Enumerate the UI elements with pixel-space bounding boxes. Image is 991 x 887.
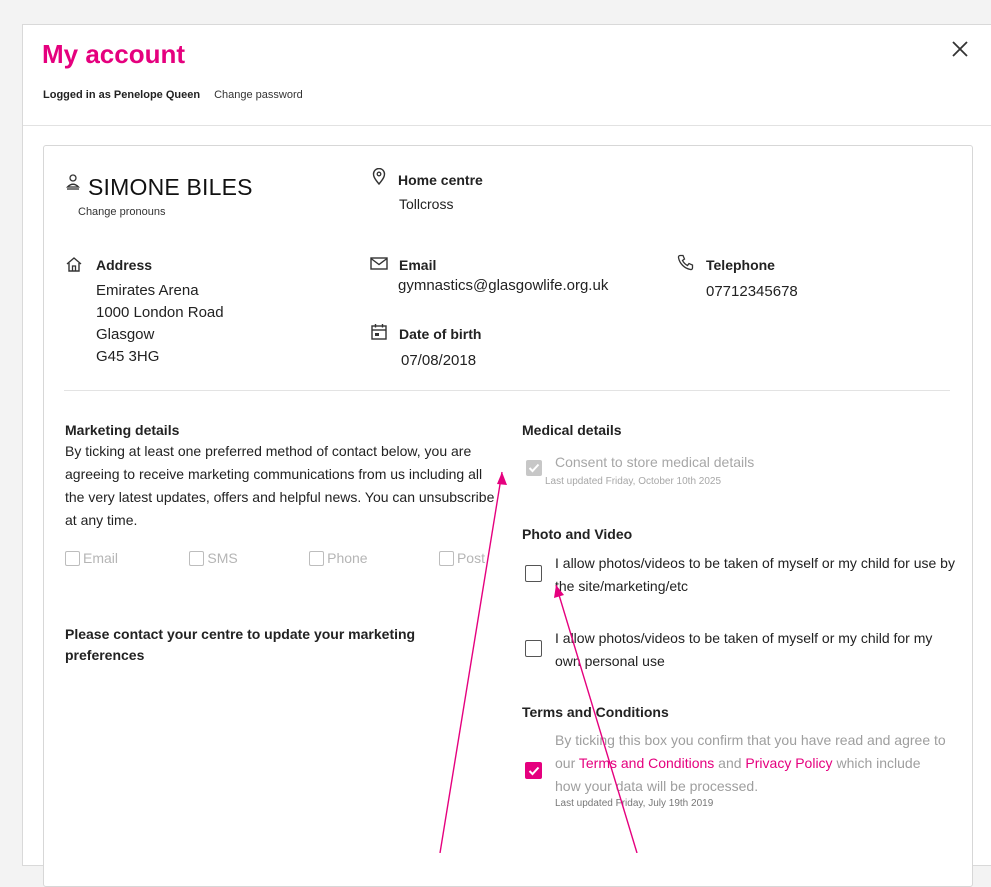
medical-consent-checkbox xyxy=(526,460,542,476)
photo-marketing-label: I allow photos/videos to be taken of mys… xyxy=(555,555,955,594)
checkbox[interactable] xyxy=(65,550,80,566)
terms-and-word: and xyxy=(718,755,742,771)
marketing-contact-note: Please contact your centre to update you… xyxy=(65,626,416,663)
modal-header: My account Logged in as Penelope Queen C… xyxy=(23,25,991,126)
marketing-option-sms[interactable]: SMS xyxy=(189,550,238,566)
change-password-link[interactable]: Change password xyxy=(214,89,303,101)
home-centre-value: Tollcross xyxy=(399,196,454,212)
account-modal: My account Logged in as Penelope Queen C… xyxy=(22,24,991,887)
checkbox[interactable] xyxy=(309,550,325,566)
home-icon xyxy=(66,257,82,272)
phone-icon xyxy=(677,254,694,271)
checkbox[interactable] xyxy=(189,550,205,566)
checkmark-icon xyxy=(528,766,539,775)
address-label: Address xyxy=(96,257,153,273)
marketing-options: Email SMS Phone Post xyxy=(65,550,485,566)
email-value: gymnastics@glasgowlife.org.uk xyxy=(398,277,609,294)
medical-title: Medical details xyxy=(522,422,622,438)
medical-last-updated: Last updated Friday, October 10th 2025 xyxy=(545,476,722,487)
dob-label: Date of birth xyxy=(399,326,482,342)
telephone-value: 07712345678 xyxy=(706,283,798,300)
marketing-option-post[interactable]: Post xyxy=(438,550,485,566)
terms-text: By ticking this box you confirm that you… xyxy=(555,729,950,798)
marketing-description: By ticking at least one preferred method… xyxy=(65,443,495,528)
option-label: Email xyxy=(83,550,119,566)
address-line: Emirates Arena xyxy=(96,282,199,299)
terms-checkbox[interactable] xyxy=(525,762,542,779)
logged-in-label: Logged in as Penelope Queen xyxy=(43,89,201,101)
calendar-icon xyxy=(371,324,387,340)
member-card: SIMONE BILES Change pronouns Home centre… xyxy=(43,145,973,887)
marketing-option-phone[interactable]: Phone xyxy=(309,550,368,566)
checkmark-icon xyxy=(528,463,540,473)
address-line: G45 3HG xyxy=(96,348,160,365)
marketing-option-email[interactable]: Email xyxy=(65,550,118,566)
medical-consent-label: Consent to store medical details xyxy=(555,454,755,470)
account-meta: Logged in as Penelope Queen Change passw… xyxy=(43,89,303,101)
checkbox[interactable] xyxy=(438,550,454,566)
change-pronouns-link[interactable]: Change pronouns xyxy=(78,206,165,218)
person-icon xyxy=(66,174,80,190)
telephone-label: Telephone xyxy=(706,257,775,273)
envelope-icon xyxy=(370,257,388,270)
option-label: SMS xyxy=(207,550,238,566)
option-label: Post xyxy=(456,550,485,566)
photo-title: Photo and Video xyxy=(522,526,633,542)
location-pin-icon xyxy=(372,168,386,185)
section-divider xyxy=(64,390,950,391)
email-label: Email xyxy=(399,257,437,273)
address-line: 1000 London Road xyxy=(96,304,224,321)
close-icon xyxy=(952,41,968,57)
close-button[interactable] xyxy=(948,37,972,61)
terms-conditions-link[interactable]: Terms and Conditions xyxy=(579,755,714,771)
privacy-policy-link[interactable]: Privacy Policy xyxy=(745,755,832,771)
photo-personal-checkbox[interactable] xyxy=(525,640,542,657)
page-title: My account xyxy=(42,39,186,69)
address-value: Emirates Arena 1000 London Road Glasgow … xyxy=(96,280,224,368)
terms-last-updated: Last updated Friday, July 19th 2019 xyxy=(555,798,714,809)
address-line: Glasgow xyxy=(96,326,155,343)
photo-marketing-checkbox[interactable] xyxy=(525,565,542,582)
member-name: SIMONE BILES xyxy=(88,174,253,200)
photo-personal-label: I allow photos/videos to be taken of mys… xyxy=(555,630,933,669)
terms-title: Terms and Conditions xyxy=(522,704,669,720)
dob-value: 07/08/2018 xyxy=(401,352,477,369)
option-label: Phone xyxy=(327,550,368,566)
marketing-title: Marketing details xyxy=(65,422,180,438)
home-centre-label: Home centre xyxy=(398,172,483,188)
